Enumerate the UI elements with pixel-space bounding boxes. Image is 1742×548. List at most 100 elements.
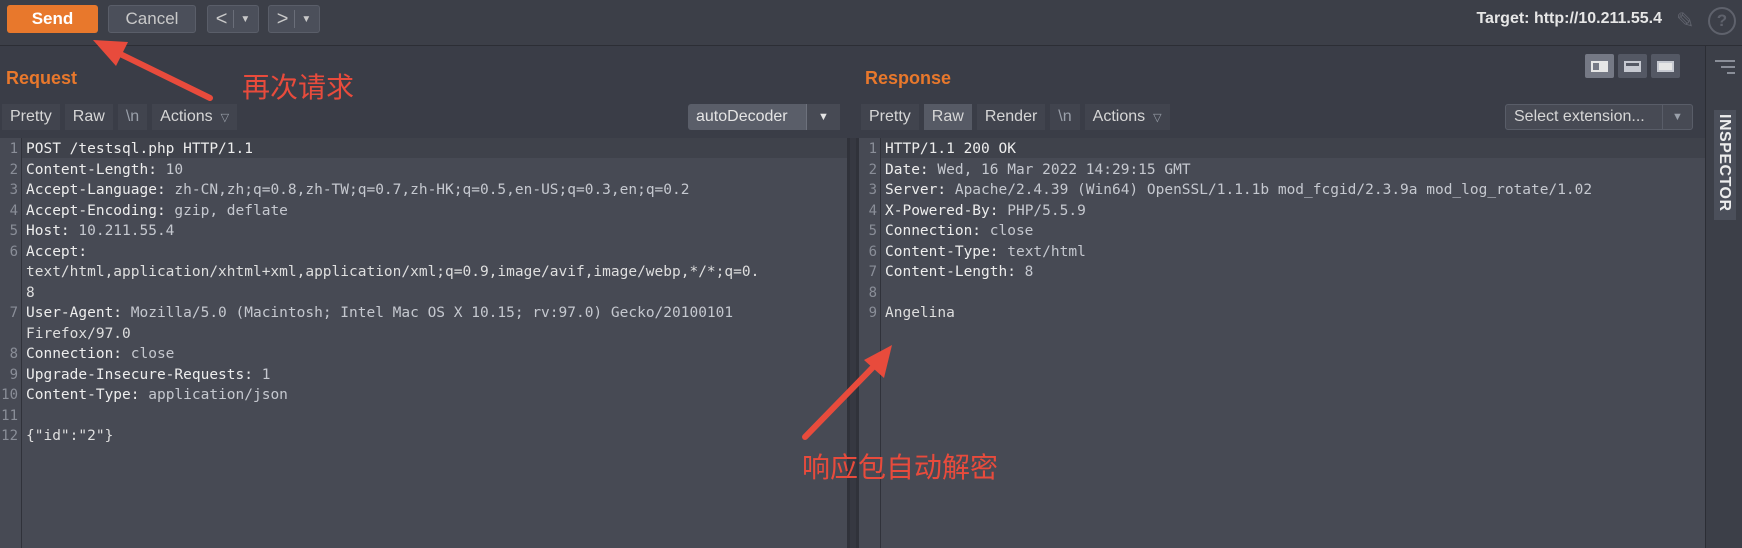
code-line: 3 Accept-Language: zh-CN,zh;q=0.8,zh-TW;q… [0,180,690,200]
header-name: Content-Type: [885,243,999,260]
code-line: text/html,application/xhtml+xml,applicat… [0,262,759,282]
chevron-down-icon[interactable]: ▼ [301,14,311,25]
code-line: 5 Host: 10.211.55.4 [0,221,175,241]
chevron-down-icon[interactable]: ▼ [240,14,250,25]
inspector-tab[interactable]: INSPECTOR [1714,110,1736,220]
annotation-resend-label: 再次请求 [242,71,355,104]
code-line: 9 Angelina [859,303,955,323]
request-editor[interactable]: 1 POST /testsql.php HTTP/1.1 2 Content-Leng… [0,138,847,548]
code-line: 1 HTTP/1.1 200 OK [859,139,1016,159]
tab-render[interactable]: Render [976,104,1046,130]
response-editor[interactable]: 1 HTTP/1.1 200 OK 2 Date: Wed, 16 Mar 2022 … [859,138,1705,548]
line-number [0,324,18,344]
send-button[interactable]: Send [7,5,98,33]
code-line: 8 [0,283,35,303]
line-number [0,283,18,303]
tab-pretty[interactable]: Pretty [861,104,919,130]
request-tabs: Pretty Raw \n Actions ▽ [2,104,238,130]
chevron-down-icon[interactable]: ▼ [806,104,840,130]
line-number: 7 [9,305,18,321]
header-name: User-Agent: [26,305,123,321]
header-value: close [981,223,1034,239]
pane-splitter[interactable] [847,138,859,548]
header-name: Upgrade-Insecure-Requests: [26,366,253,383]
line-text: POST /testsql.php HTTP/1.1 [26,139,253,159]
header-value: zh-CN,zh;q=0.8,zh-TW;q=0.7,zh-HK;q=0.5,e… [165,182,690,198]
code-line: 1 POST /testsql.php HTTP/1.1 [0,139,253,159]
actions-dropdown[interactable]: Actions ▽ [152,104,238,130]
line-text: Content-Length: 10 [26,160,183,180]
cancel-button[interactable]: Cancel [108,5,196,33]
chevron-down-icon: ▼ [1662,105,1692,129]
line-number [0,262,18,282]
pencil-icon[interactable]: ✎ [1676,8,1702,34]
header-value: Mozilla/5.0 (Macintosh; Intel Mac OS X 1… [122,305,734,321]
line-number: 1 [868,141,877,157]
header-name: X-Powered-By: [885,202,999,219]
target-label[interactable]: Target: http://10.211.55.4 [1400,10,1662,28]
single-pane-icon [1657,60,1674,72]
line-text: Server: Apache/2.4.39 (Win64) OpenSSL/1.… [885,180,1592,200]
back-arrow-icon: < [215,7,228,30]
code-line: 2 Content-Length: 10 [0,160,184,180]
header-value: Wed, 16 Mar 2022 14:29:15 GMT [928,161,1191,178]
header-value: close [122,346,175,362]
header-value: Apache/2.4.39 (Win64) OpenSSL/1.1.1b mod… [946,182,1593,198]
line-text: Content-Length: 8 [885,262,1033,282]
code-line: 5 Connection: close [859,221,1034,241]
code-line: 8 Connection: close [0,344,175,364]
line-number: 3 [9,182,18,198]
code-line: Firefox/97.0 [0,324,131,344]
response-tabs: Pretty Raw Render \n Actions ▽ [861,104,1170,130]
inspector-menu-icon[interactable] [1715,60,1735,74]
line-text: Angelina [885,303,955,323]
header-value: application/json [139,387,288,403]
header-value: 10 [156,161,184,178]
line-text: text/html,application/xhtml+xml,applicat… [26,262,759,282]
chevron-down-icon: ▽ [220,111,230,124]
code-line: 6 Accept: [0,242,88,262]
line-text: HTTP/1.1 200 OK [885,139,1016,159]
header-value: {"id":"2"} [26,428,114,444]
header-value: 10.211.55.4 [69,223,175,239]
header-name: Date: [885,161,929,178]
line-number: 6 [9,243,18,260]
line-text: Accept-Language: zh-CN,zh;q=0.8,zh-TW;q=… [26,180,689,200]
header-value: PHP/5.5.9 [998,202,1086,219]
line-number: 5 [868,223,877,239]
tab-raw[interactable]: Raw [923,104,972,130]
layout-side-by-side-button[interactable] [1585,54,1614,78]
header-name: Server: [885,182,947,198]
header-name: Connection: [885,223,982,239]
layout-stacked-button[interactable] [1618,54,1647,78]
back-button[interactable]: < ▼ [207,5,259,33]
annotation-arrow-send [93,40,213,101]
header-name: Content-Type: [26,387,140,403]
tab-newline[interactable]: \n [1050,104,1080,130]
header-name: Accept: [26,243,88,260]
header-value: Firefox/97.0 [26,325,131,342]
autodecoder-dropdown[interactable]: autoDecoder ▼ [688,104,840,130]
code-line: 8 [859,283,877,303]
tab-raw[interactable]: Raw [64,104,113,130]
line-text: Firefox/97.0 [26,324,131,344]
tab-pretty[interactable]: Pretty [2,104,60,130]
header-value: Angelina [885,305,955,321]
response-panel-title: Response [865,68,952,88]
line-text: User-Agent: Mozilla/5.0 (Macintosh; Inte… [26,303,733,323]
forward-button[interactable]: > ▼ [268,5,320,33]
columns-icon [1591,60,1608,72]
line-number: 4 [9,202,18,219]
line-text: Content-Type: text/html [885,242,1086,262]
help-icon[interactable]: ? [1708,7,1736,35]
select-extension-dropdown[interactable]: Select extension... ▼ [1505,104,1693,130]
line-number: 2 [868,161,877,178]
header-name: Connection: [26,346,123,362]
tab-newline[interactable]: \n [117,104,148,130]
line-number: 8 [868,284,877,301]
actions-dropdown[interactable]: Actions ▽ [1084,104,1170,130]
header-name: Content-Length: [885,264,1016,280]
line-text: Connection: close [26,344,174,364]
layout-tabs-button[interactable] [1651,54,1680,78]
header-name: Content-Length: [26,161,157,178]
